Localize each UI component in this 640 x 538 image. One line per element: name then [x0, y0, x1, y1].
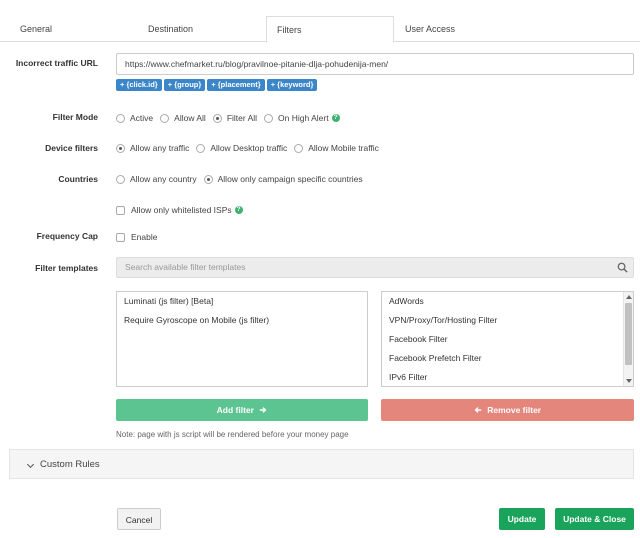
device-any-option[interactable]: Allow any traffic [116, 143, 189, 153]
scroll-down-icon[interactable] [626, 379, 632, 383]
radio-icon[interactable] [160, 113, 170, 123]
tab-general[interactable]: General [20, 16, 52, 42]
device-filters-group: Allow any traffic Allow Desktop traffic … [116, 141, 386, 155]
add-filter-button[interactable]: Add filter [116, 399, 368, 421]
update-close-button[interactable]: Update & Close [555, 508, 634, 530]
device-filters-label: Device filters [45, 143, 98, 153]
radio-icon[interactable] [196, 143, 206, 153]
incorrect-traffic-url-input[interactable]: https://www.chefmarket.ru/blog/pravilnoe… [116, 53, 634, 75]
radio-icon[interactable] [294, 143, 304, 153]
token-placement-button[interactable]: + {placement} [207, 79, 265, 91]
checkbox-icon[interactable] [116, 232, 125, 242]
option-label: Allow any traffic [130, 143, 190, 153]
filter-template-search-input[interactable]: Search available filter templates [116, 257, 634, 278]
option-label: Enable [131, 232, 158, 242]
list-item[interactable]: IPv6 Filter [382, 368, 633, 386]
whitelisted-isps-option[interactable]: Allow only whitelisted ISPs? [116, 205, 243, 215]
radio-selected-icon[interactable] [203, 174, 213, 184]
search-icon[interactable] [617, 262, 628, 273]
list-item[interactable]: Facebook Prefetch Filter [382, 349, 633, 368]
filter-mode-group: Active Allow All Filter All On High Aler… [116, 111, 347, 125]
scrollbar[interactable] [623, 292, 633, 386]
countries-campaign-option[interactable]: Allow only campaign specific countries [203, 174, 363, 184]
option-label: Allow Mobile traffic [308, 143, 379, 153]
device-mobile-option[interactable]: Allow Mobile traffic [294, 143, 379, 153]
option-label: On High Alert [278, 113, 329, 123]
remove-filter-button[interactable]: Remove filter [381, 399, 634, 421]
token-keyword-button[interactable]: + {keyword} [266, 79, 318, 91]
option-label: Allow Desktop traffic [210, 143, 288, 153]
filter-mode-allow-all-option[interactable]: Allow All [160, 113, 206, 123]
whitelisted-isps-row: Allow only whitelisted ISPs? [116, 203, 250, 217]
option-label: Active [130, 113, 154, 123]
scroll-thumb[interactable] [625, 303, 632, 365]
scroll-up-icon[interactable] [626, 295, 632, 299]
option-label: Allow only campaign specific countries [217, 174, 363, 184]
token-click-id-button[interactable]: + {click.id} [116, 79, 162, 91]
custom-rules-label: Custom Rules [40, 459, 100, 470]
tab-filters[interactable]: Filters [266, 16, 394, 43]
incorrect-traffic-url-label: Incorrect traffic URL [15, 58, 98, 68]
arrow-right-icon [260, 407, 267, 413]
selected-filters-list[interactable]: Luminati (js filter) [Beta] Require Gyro… [116, 291, 368, 387]
button-label: Add filter [216, 405, 254, 415]
button-label: Remove filter [487, 405, 542, 415]
filter-mode-active-option[interactable]: Active [116, 113, 153, 123]
list-item[interactable]: Require Gyroscope on Mobile (js filter) [117, 311, 367, 330]
list-item[interactable]: Luminati (js filter) [Beta] [117, 292, 367, 311]
option-label: Allow any country [130, 174, 197, 184]
js-filter-note: Note: page with js script will be render… [116, 430, 349, 439]
token-group-button[interactable]: + {group} [163, 79, 206, 91]
option-label: Allow All [174, 113, 206, 123]
filter-templates-label: Filter templates [35, 263, 98, 273]
list-item[interactable]: VPN/Proxy/Tor/Hosting Filter [382, 311, 633, 330]
help-icon[interactable]: ? [331, 114, 340, 122]
filter-mode-label: Filter Mode [52, 112, 98, 122]
frequency-cap-label: Frequency Cap [36, 231, 98, 241]
tab-destination[interactable]: Destination [148, 16, 193, 42]
radio-icon[interactable] [116, 113, 125, 123]
countries-label: Countries [58, 174, 98, 184]
url-token-list: + {click.id} + {group} + {placement} + {key… [116, 79, 319, 91]
countries-group: Allow any country Allow only campaign sp… [116, 172, 370, 186]
countries-any-option[interactable]: Allow any country [116, 174, 197, 184]
radio-selected-icon[interactable] [212, 113, 222, 123]
radio-selected-icon[interactable] [116, 143, 125, 153]
arrow-left-icon [474, 407, 482, 413]
custom-rules-panel[interactable]: Custom Rules [9, 449, 634, 479]
checkbox-icon[interactable] [116, 205, 125, 215]
filter-mode-high-alert-option[interactable]: On High Alert? [264, 113, 340, 123]
tab-user-access[interactable]: User Access [405, 16, 455, 42]
help-icon[interactable]: ? [234, 206, 243, 214]
list-item[interactable]: Facebook Filter [382, 330, 633, 349]
device-desktop-option[interactable]: Allow Desktop traffic [196, 143, 287, 153]
radio-icon[interactable] [116, 174, 125, 184]
radio-icon[interactable] [264, 113, 274, 123]
option-label: Allow only whitelisted ISPs [131, 205, 232, 215]
list-item[interactable]: AdWords [382, 292, 633, 311]
frequency-cap-enable-option[interactable]: Enable [116, 232, 157, 242]
filter-mode-filter-all-option[interactable]: Filter All [212, 113, 258, 123]
available-filters-list[interactable]: AdWords VPN/Proxy/Tor/Hosting Filter Fac… [381, 291, 634, 387]
cancel-button[interactable]: Cancel [117, 508, 161, 530]
option-label: Filter All [226, 113, 258, 123]
tab-bar: General Destination Filters User Access [0, 16, 640, 43]
update-button[interactable]: Update [499, 508, 545, 530]
frequency-cap-row: Enable [116, 230, 164, 244]
chevron-down-icon [26, 460, 35, 469]
